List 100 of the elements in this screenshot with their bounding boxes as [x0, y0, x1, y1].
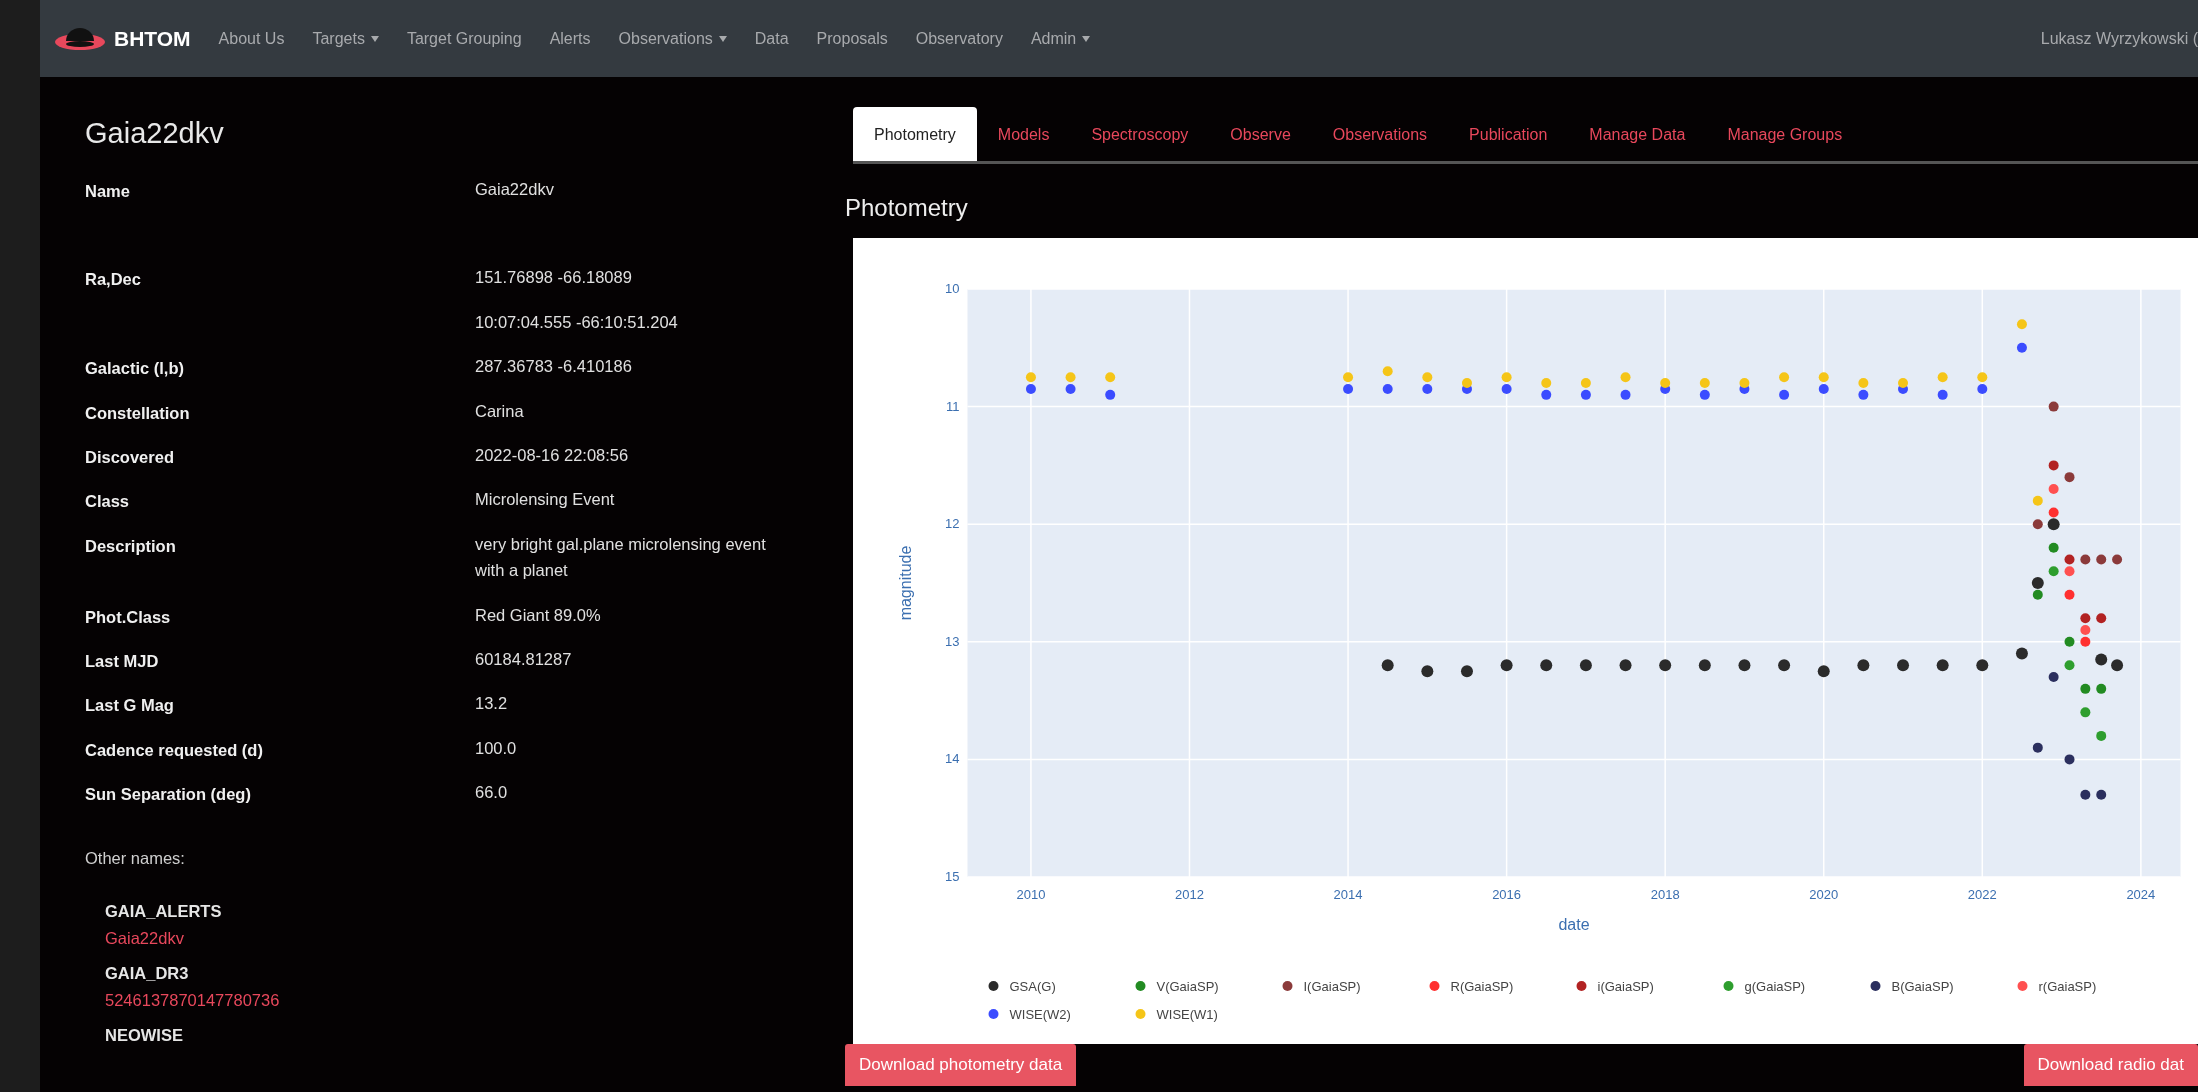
tick-label: 2016	[1492, 887, 1522, 902]
data-point	[1818, 383, 1829, 394]
legend-marker[interactable]	[1870, 981, 1881, 991]
nav-link[interactable]: Observations	[618, 29, 727, 48]
legend-label[interactable]: V(GaiaSP)	[1156, 979, 1219, 994]
tab[interactable]: Models	[976, 107, 1071, 161]
data-point	[2080, 707, 2091, 718]
legend-marker[interactable]	[1429, 981, 1440, 991]
nav-link[interactable]: Observatory	[915, 29, 1003, 48]
legend-marker[interactable]	[1135, 1009, 1146, 1019]
tab[interactable]: Observe	[1209, 107, 1312, 161]
data-point	[2032, 742, 2043, 753]
nav-link[interactable]: Proposals	[816, 29, 888, 48]
nav-link[interactable]: Admin	[1030, 29, 1091, 48]
data-point	[2016, 319, 2027, 330]
nav-link[interactable]: Alerts	[549, 29, 591, 48]
nav-link[interactable]: Data	[754, 29, 789, 48]
tick-label: 2012	[1175, 887, 1204, 902]
data-point	[1977, 372, 1988, 383]
data-point	[2096, 730, 2107, 741]
field-value: very bright gal.plane microlensing event with a planet	[475, 533, 767, 582]
data-point	[1858, 389, 1869, 400]
data-point	[2031, 577, 2044, 589]
data-point	[1620, 389, 1631, 400]
data-point	[1779, 372, 1790, 383]
tick-label: 2022	[1967, 887, 1997, 902]
tab[interactable]: Publication	[1448, 107, 1569, 161]
data-point	[1105, 389, 1116, 400]
legend-marker[interactable]	[1576, 981, 1587, 991]
download-button[interactable]: Download radio dat	[2023, 1044, 2198, 1086]
legend-label[interactable]: R(GaiaSP)	[1450, 979, 1514, 994]
data-point	[2080, 683, 2091, 694]
tab[interactable]: Manage Groups	[1706, 107, 1864, 161]
catalog-link[interactable]: 5246137870147780736	[105, 991, 845, 1011]
data-point	[2080, 613, 2091, 624]
brand-name[interactable]: BHTOM	[114, 26, 191, 51]
data-point	[1382, 383, 1393, 394]
field-label: Phot.Class	[85, 607, 172, 628]
legend-marker[interactable]	[988, 981, 999, 991]
catalog-link[interactable]: Gaia22dkv	[105, 929, 845, 949]
data-point	[1343, 372, 1354, 383]
legend-label[interactable]: GSA(G)	[1009, 979, 1056, 994]
other-names-heading: Other names:	[85, 849, 186, 869]
data-point	[1541, 389, 1552, 400]
catalog-name: GAIA_DR3	[105, 964, 190, 984]
legend-marker[interactable]	[2017, 981, 2028, 991]
field-value: 10:07:04.555 -66:10:51.204	[475, 311, 679, 333]
data-point	[1817, 665, 1830, 678]
legend-label[interactable]: WISE(W1)	[1156, 1007, 1218, 1022]
data-point	[1460, 665, 1473, 678]
data-point	[2047, 518, 2060, 531]
download-button[interactable]: Download photometry data	[845, 1044, 1077, 1086]
tick-label: 2014	[1333, 887, 1363, 902]
nav-link[interactable]: Target Grouping	[406, 29, 522, 48]
data-point	[2080, 789, 2091, 800]
data-point	[1738, 659, 1751, 672]
data-point	[1619, 659, 1632, 672]
tick-label: 2018	[1650, 887, 1680, 902]
legend-label[interactable]: I(GaiaSP)	[1303, 979, 1361, 994]
data-point	[2080, 554, 2091, 565]
tab[interactable]: Spectroscopy	[1070, 107, 1210, 161]
legend-label[interactable]: i(GaiaSP)	[1597, 979, 1654, 994]
legend-label[interactable]: B(GaiaSP)	[1891, 979, 1954, 994]
data-point	[1976, 659, 1989, 672]
data-point	[1025, 383, 1036, 394]
tick-label: 15	[945, 869, 960, 884]
data-point	[2048, 483, 2059, 494]
data-point	[1699, 378, 1710, 389]
field-label: Name	[85, 182, 131, 202]
legend-label[interactable]: g(GaiaSP)	[1744, 979, 1806, 994]
tick-label: 2010	[1016, 887, 1046, 902]
data-point	[2096, 554, 2107, 565]
tab[interactable]: Photometry	[853, 107, 977, 161]
nav-link[interactable]: About Us	[218, 29, 285, 48]
data-point	[1343, 383, 1354, 394]
field-value: 66.0	[475, 782, 509, 804]
tick-label: 2020	[1809, 887, 1839, 902]
nav-link[interactable]: Targets	[312, 29, 379, 48]
data-point	[2080, 625, 2091, 636]
data-point	[1422, 383, 1433, 394]
legend-marker[interactable]	[1282, 981, 1293, 991]
legend-marker[interactable]	[988, 1009, 999, 1019]
tab[interactable]: Observations	[1311, 107, 1449, 161]
field-label: Description	[85, 536, 177, 557]
legend-label[interactable]: WISE(W2)	[1009, 1007, 1071, 1022]
field-value: Red Giant 89.0%	[475, 604, 602, 626]
caret-icon	[718, 35, 727, 42]
data-point	[2064, 554, 2075, 565]
data-point	[1541, 378, 1552, 389]
data-point	[1065, 372, 1076, 383]
legend-marker[interactable]	[1723, 981, 1734, 991]
tab[interactable]: Manage Data	[1568, 107, 1707, 161]
field-label: Cadence requested (d)	[85, 740, 264, 761]
field-label: Last MJD	[85, 651, 160, 672]
axis-title: date	[1558, 916, 1590, 933]
data-point	[2096, 789, 2107, 800]
legend-marker[interactable]	[1135, 981, 1146, 991]
field-value: Carina	[475, 400, 525, 422]
legend-label[interactable]: r(GaiaSP)	[2038, 979, 2097, 994]
user-name[interactable]: Lukasz Wyrzykowski (	[2040, 29, 2198, 48]
